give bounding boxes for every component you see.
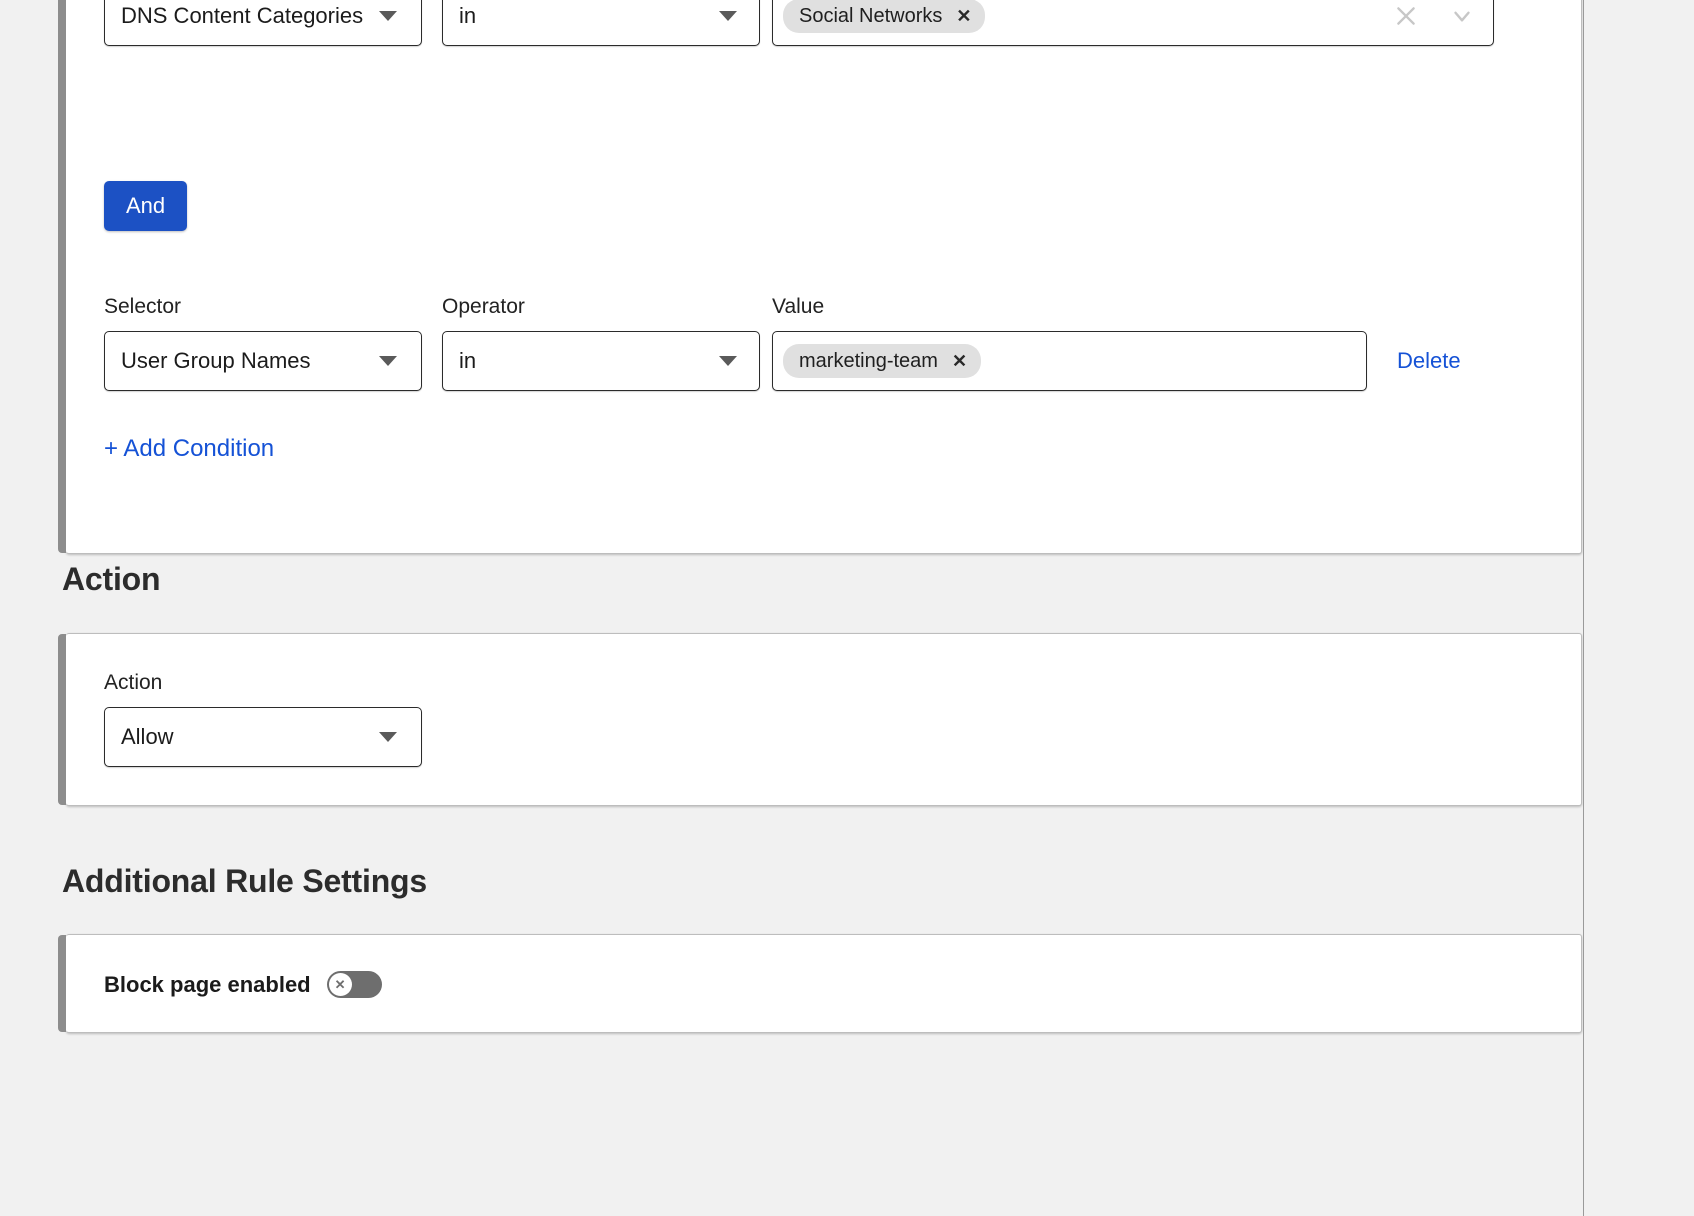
rule-editor-scroll-region[interactable]: Selector DNS Content Categories Operator… xyxy=(0,0,1584,1216)
token-remove-icon[interactable]: ✕ xyxy=(952,352,967,370)
toggle-knob-off-icon: ✕ xyxy=(329,973,352,996)
value-token-label: marketing-team xyxy=(799,350,938,373)
operator-value: in xyxy=(443,3,476,29)
value-token[interactable]: marketing-team ✕ xyxy=(783,344,981,378)
value-token-label: Social Networks xyxy=(799,5,942,28)
action-card-body: Action Allow xyxy=(66,634,1581,767)
clear-icon[interactable] xyxy=(1393,3,1419,29)
block-page-label: Block page enabled xyxy=(104,972,311,998)
multiselect-actions xyxy=(1393,0,1475,45)
delete-condition-link[interactable]: Delete xyxy=(1397,348,1461,374)
selector-value: DNS Content Categories xyxy=(105,3,363,29)
value-field: Value marketing-team ✕ xyxy=(772,294,1367,391)
selector-dropdown[interactable]: User Group Names xyxy=(104,331,422,391)
chevron-down-icon[interactable] xyxy=(1449,3,1475,29)
value-multiselect[interactable]: Social Networks ✕ xyxy=(772,0,1494,46)
value-multiselect[interactable]: marketing-team ✕ xyxy=(772,331,1367,391)
token-remove-icon[interactable]: ✕ xyxy=(956,7,971,25)
card-accent-bar xyxy=(58,634,66,805)
operator-field: Operator in xyxy=(442,294,760,391)
conditions-card: Selector DNS Content Categories Operator… xyxy=(66,0,1582,554)
caret-down-icon xyxy=(379,11,397,21)
card-accent-bar xyxy=(58,935,66,1032)
condition-row: Selector DNS Content Categories Operator… xyxy=(104,0,1494,46)
selector-field: Selector User Group Names xyxy=(104,294,422,391)
additional-settings-card: Block page enabled ✕ xyxy=(66,934,1582,1033)
operator-dropdown[interactable]: in xyxy=(442,331,760,391)
value-field: Value Social Networks ✕ xyxy=(772,0,1494,46)
caret-down-icon xyxy=(719,11,737,21)
caret-down-icon xyxy=(719,356,737,366)
action-value: Allow xyxy=(105,724,174,750)
additional-settings-heading: Additional Rule Settings xyxy=(62,863,427,900)
value-label: Value xyxy=(772,294,1367,320)
selector-field: Selector DNS Content Categories xyxy=(104,0,422,46)
value-token[interactable]: Social Networks ✕ xyxy=(783,0,985,33)
and-operator-button[interactable]: And xyxy=(104,181,187,231)
operator-field: Operator in xyxy=(442,0,760,46)
action-card: Action Allow xyxy=(66,633,1582,806)
settings-card-body: Block page enabled ✕ xyxy=(66,935,1581,1034)
page-right-gutter xyxy=(1584,0,1694,1216)
caret-down-icon xyxy=(379,732,397,742)
caret-down-icon xyxy=(379,356,397,366)
action-dropdown[interactable]: Allow xyxy=(104,707,422,767)
selector-label: Selector xyxy=(104,294,422,320)
add-condition-link[interactable]: + Add Condition xyxy=(104,435,274,463)
block-page-toggle[interactable]: ✕ xyxy=(327,971,382,998)
action-label: Action xyxy=(104,670,1581,696)
card-accent-bar xyxy=(58,0,66,553)
action-field: Action Allow xyxy=(104,670,1581,767)
operator-label: Operator xyxy=(442,294,760,320)
action-section-heading: Action xyxy=(62,561,160,598)
condition-row: Selector User Group Names Operator in Va… xyxy=(104,294,1461,391)
operator-dropdown[interactable]: in xyxy=(442,0,760,46)
selector-dropdown[interactable]: DNS Content Categories xyxy=(104,0,422,46)
operator-value: in xyxy=(443,348,476,374)
selector-value: User Group Names xyxy=(105,348,311,374)
